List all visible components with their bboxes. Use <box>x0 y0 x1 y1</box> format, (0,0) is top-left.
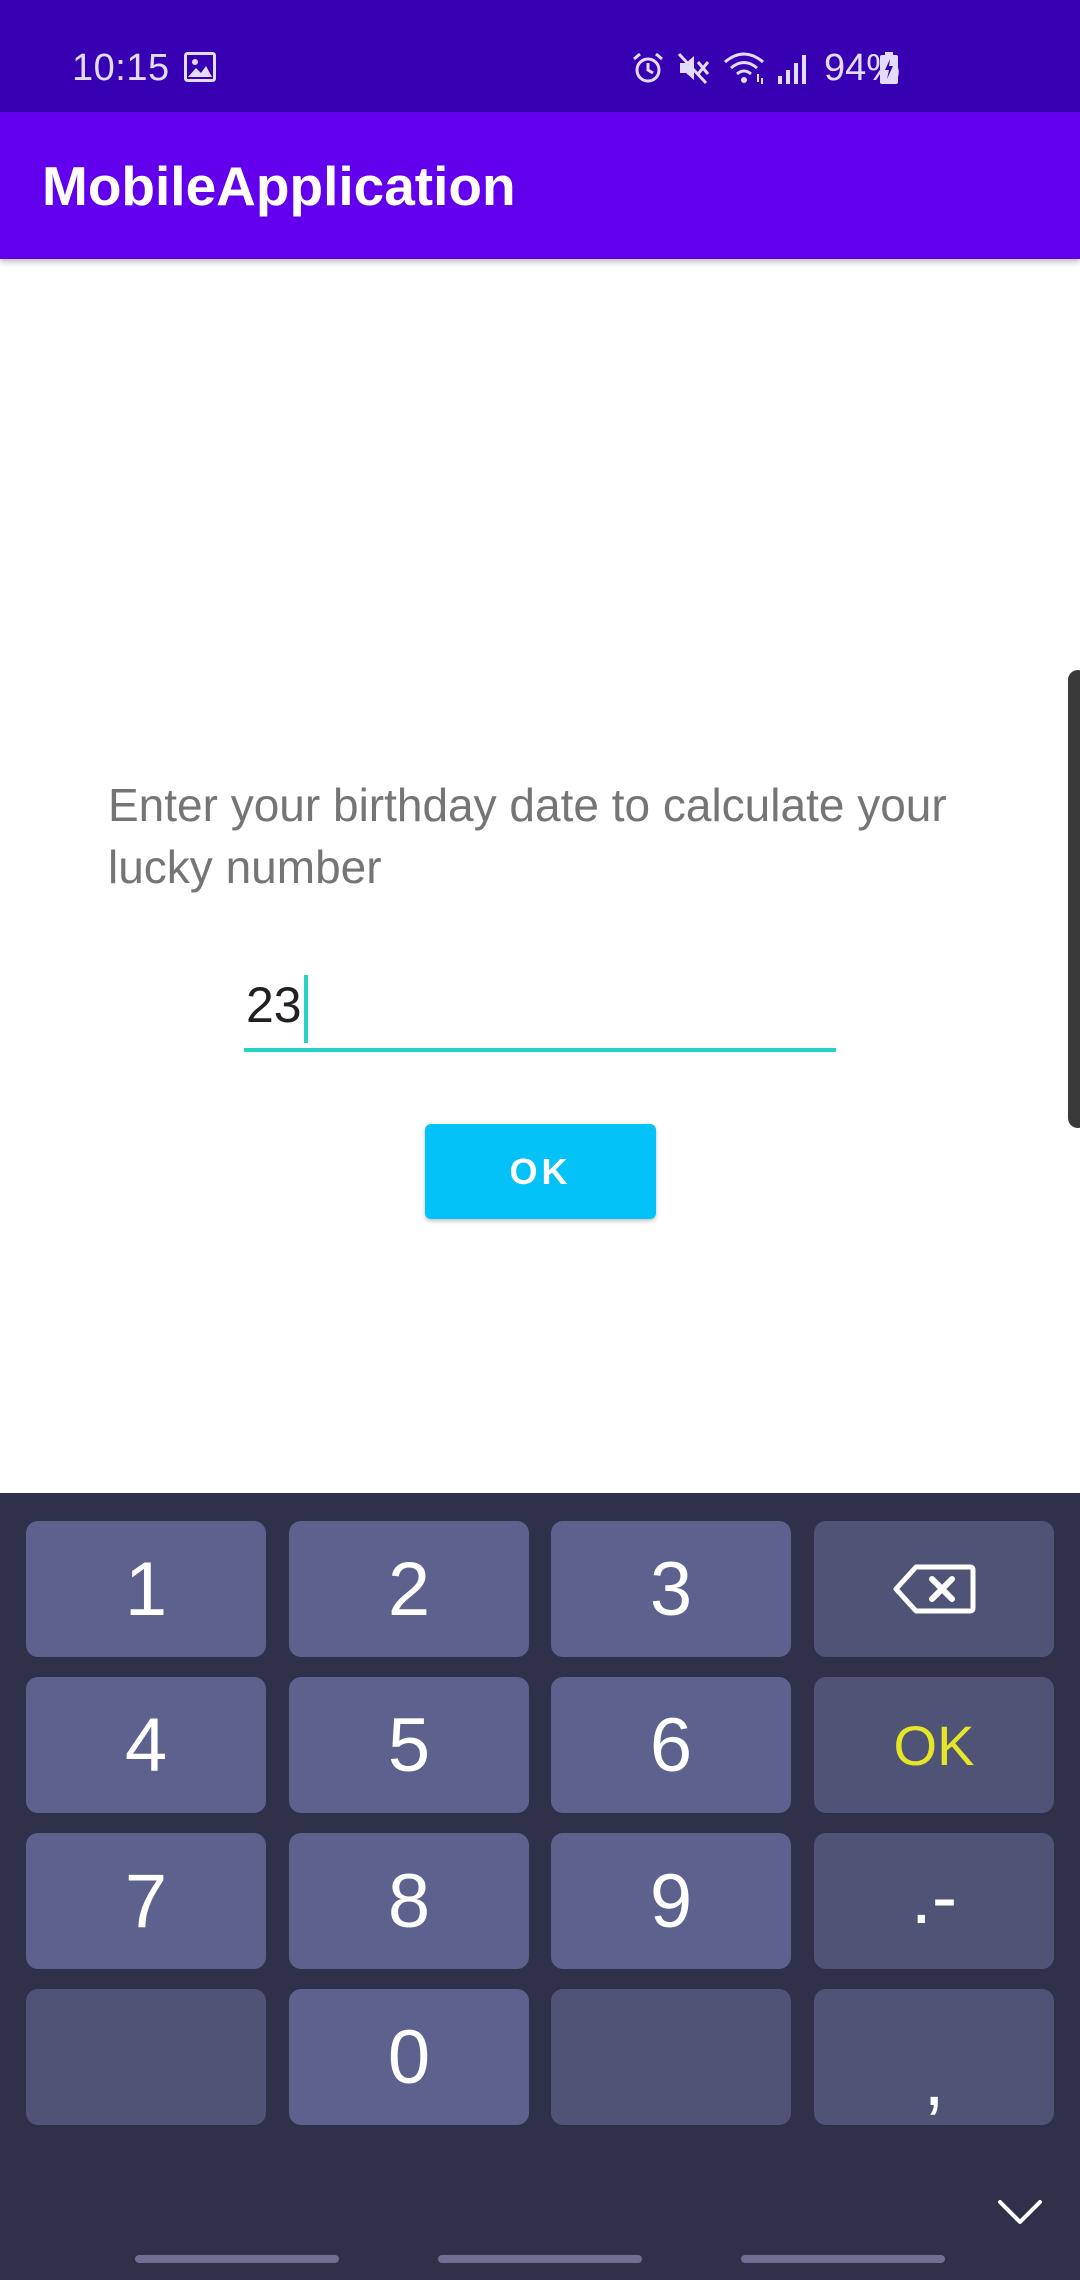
battery-charging-icon <box>880 52 898 84</box>
status-time: 10:15 <box>72 47 170 89</box>
nav-bar-left[interactable] <box>135 2255 339 2263</box>
key-blank-left[interactable] <box>26 1989 266 2125</box>
edge-panel-handle[interactable] <box>1068 670 1080 1128</box>
key-3[interactable]: 3 <box>551 1521 791 1657</box>
backspace-icon <box>893 1564 976 1614</box>
app-title: MobileApplication <box>42 155 516 217</box>
signal-icon <box>777 55 806 84</box>
key-ok[interactable]: OK <box>814 1677 1054 1813</box>
birthday-input-value: 23 <box>246 966 308 1044</box>
nav-bar-right[interactable] <box>741 2255 945 2263</box>
mute-icon <box>677 52 710 85</box>
key-9[interactable]: 9 <box>551 1833 791 1969</box>
key-2[interactable]: 2 <box>289 1521 529 1657</box>
key-backspace[interactable] <box>814 1521 1054 1657</box>
birthday-prompt: Enter your birthday date to calculate yo… <box>108 779 947 893</box>
ok-button[interactable]: OK <box>425 1124 656 1219</box>
nav-bar-center[interactable] <box>438 2255 642 2263</box>
key-8[interactable]: 8 <box>289 1833 529 1969</box>
gallery-icon <box>184 52 216 82</box>
numeric-keyboard: 1 2 3 4 5 6 OK 7 8 9 .- 0 , <box>0 1493 1080 2280</box>
key-dot-dash[interactable]: .- <box>814 1833 1054 1969</box>
key-blank-right[interactable] <box>551 1989 791 2125</box>
key-6[interactable]: 6 <box>551 1677 791 1813</box>
app-bar: MobileApplication <box>0 112 1080 259</box>
screen: 10:15 94% MobileApplication Enter your b… <box>0 0 1080 2280</box>
chevron-down-icon[interactable] <box>996 2197 1044 2227</box>
alarm-icon <box>632 52 663 83</box>
key-1[interactable]: 1 <box>26 1521 266 1657</box>
status-icons: 94% <box>630 44 900 92</box>
key-0[interactable]: 0 <box>289 1989 529 2125</box>
text-cursor <box>303 974 308 1043</box>
key-comma[interactable]: , <box>814 1989 1054 2125</box>
key-4[interactable]: 4 <box>26 1677 266 1813</box>
birthday-input[interactable]: 23 <box>244 966 836 1052</box>
wifi-icon <box>723 52 764 84</box>
key-5[interactable]: 5 <box>289 1677 529 1813</box>
status-bar: 10:15 94% <box>0 0 1080 112</box>
key-7[interactable]: 7 <box>26 1833 266 1969</box>
